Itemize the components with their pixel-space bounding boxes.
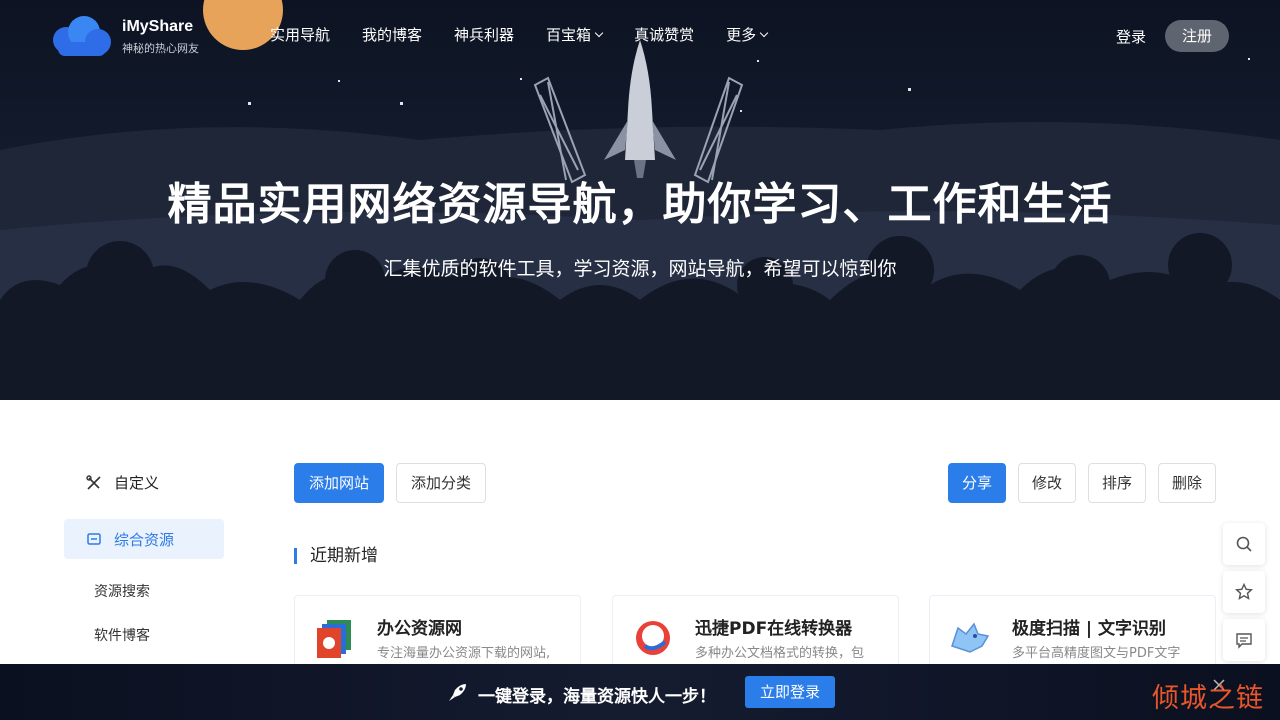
folder-icon (87, 533, 101, 545)
section-title: 近期新增 (294, 545, 378, 567)
edit-button[interactable]: 修改 (1018, 463, 1076, 503)
chevron-down-icon (594, 28, 604, 37)
logo-icon[interactable] (50, 14, 114, 58)
login-link[interactable]: 登录 (1116, 26, 1146, 47)
float-search-button[interactable] (1223, 523, 1265, 565)
rocket-icon (449, 684, 466, 701)
nav-item-toolbox[interactable]: 百宝箱 (546, 24, 604, 45)
card-description: 多平台高精度图文与PDF文字 (1012, 646, 1181, 661)
tools-icon (86, 474, 101, 490)
hero-title: 精品实用网络资源导航，助你学习、工作和生活 (167, 179, 1113, 230)
bottom-bar-text: 一键登录，海量资源快人一步！ (478, 687, 716, 707)
top-navbar: iMyShare 神秘的热心网友 实用导航 我的博客 神兵利器 百宝箱 真诚赞赏… (0, 0, 1280, 72)
brand-tagline: 神秘的热心网友 (122, 42, 199, 55)
share-button[interactable]: 分享 (948, 463, 1006, 503)
nav-item-appreciate[interactable]: 真诚赞赏 (634, 24, 694, 45)
nav-label: 真诚赞赏 (634, 26, 695, 44)
add-site-button[interactable]: 添加网站 (294, 463, 384, 503)
nav-label: 我的博客 (362, 26, 423, 44)
sort-button[interactable]: 排序 (1088, 463, 1146, 503)
nav-item-practical[interactable]: 实用导航 (270, 24, 330, 45)
card-title: 办公资源网 (377, 619, 462, 639)
nav-item-more[interactable]: 更多 (726, 24, 769, 45)
sidebar-item-custom[interactable]: 自定义 (86, 472, 159, 493)
card-title: 极度扫描 | 文字识别 (1012, 619, 1167, 639)
nav-label: 实用导航 (270, 26, 331, 44)
star-icon (1235, 583, 1253, 600)
office-resource-icon (317, 620, 351, 658)
scanner-wolf-icon (951, 622, 990, 653)
sidebar-item-label: 综合资源 (114, 530, 175, 549)
card-title: 迅捷PDF在线转换器 (695, 619, 853, 639)
sidebar-item-general-resources[interactable]: 综合资源 (64, 519, 224, 559)
watermark-text: 倾城之链 (1152, 683, 1264, 714)
add-category-button[interactable]: 添加分类 (396, 463, 486, 503)
float-favorite-button[interactable] (1223, 571, 1265, 613)
nav-item-blog[interactable]: 我的博客 (362, 24, 422, 45)
chevron-down-icon (759, 28, 769, 37)
comment-icon (1236, 633, 1252, 649)
register-button[interactable]: 注册 (1165, 20, 1229, 52)
nav-label: 更多 (726, 26, 757, 44)
pdf-converter-icon (636, 621, 670, 655)
nav-item-tools[interactable]: 神兵利器 (454, 24, 514, 45)
card-description: 多种办公文档格式的转换，包 (695, 646, 865, 661)
bottom-login-bar: 一键登录，海量资源快人一步！ 立即登录 (0, 664, 1280, 720)
login-now-button[interactable]: 立即登录 (745, 676, 835, 708)
hero-subtitle: 汇集优质的软件工具，学习资源，网站导航，希望可以惊到你 (383, 258, 897, 280)
hero-banner: iMyShare 神秘的热心网友 实用导航 我的博客 神兵利器 百宝箱 真诚赞赏… (0, 0, 1280, 400)
sidebar-item-label: 自定义 (114, 474, 160, 492)
search-icon (1236, 536, 1252, 552)
sidebar-sub-item-software-blog[interactable]: 软件博客 (94, 625, 150, 645)
nav-label: 神兵利器 (454, 26, 515, 44)
main-menu: 实用导航 我的博客 神兵利器 百宝箱 真诚赞赏 更多 (270, 24, 799, 45)
delete-button[interactable]: 删除 (1158, 463, 1216, 503)
float-comment-button[interactable] (1223, 619, 1265, 661)
sidebar-sub-item-resource-search[interactable]: 资源搜索 (94, 581, 150, 601)
card-description: 专注海量办公资源下载的网站, (377, 646, 551, 661)
nav-label: 百宝箱 (546, 26, 592, 44)
brand-name[interactable]: iMyShare (122, 18, 193, 36)
